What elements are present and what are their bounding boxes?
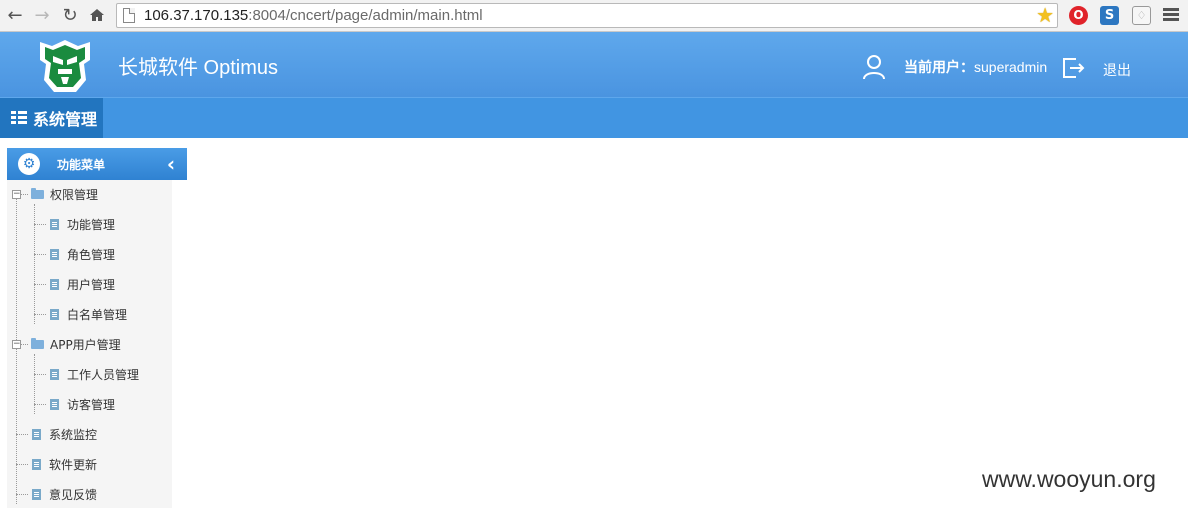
page-icon — [123, 8, 135, 23]
bookmark-star-icon[interactable]: ★ — [1036, 4, 1054, 26]
tree-connector — [16, 494, 28, 495]
logout-icon[interactable] — [1061, 56, 1085, 80]
app-header: 长城软件 Optimus 当前用户：superadmin 退出 — [0, 32, 1188, 97]
folder-open-icon — [31, 337, 44, 349]
reload-icon[interactable]: ↻ — [59, 4, 81, 26]
gear-icon: ⚙ — [18, 153, 40, 175]
tree-connector — [16, 194, 17, 504]
document-icon — [32, 488, 41, 500]
tree-item-visitor-management[interactable]: 访客管理 — [50, 394, 115, 414]
tree-item-function-management[interactable]: 功能管理 — [50, 214, 115, 234]
forward-arrow-icon[interactable]: → — [31, 4, 53, 26]
tree-item-label: 系统监控 — [49, 427, 98, 442]
current-user-label: 当前用户：superadmin — [904, 59, 1048, 76]
shield-extension-icon[interactable]: ♢ — [1132, 6, 1151, 25]
tree-item-label: 用户管理 — [67, 277, 116, 292]
tree-item-label: 白名单管理 — [67, 307, 128, 322]
tree-item-label: 意见反馈 — [49, 487, 98, 502]
document-icon — [50, 278, 59, 290]
tree-group-label: 权限管理 — [50, 187, 99, 202]
tree-connector — [16, 464, 28, 465]
browser-menu-icon[interactable] — [1163, 8, 1179, 22]
tab-system-management[interactable]: 系统管理 — [0, 98, 103, 138]
home-icon[interactable] — [86, 4, 108, 26]
tree-item-role-management[interactable]: 角色管理 — [50, 244, 115, 264]
user-icon — [863, 55, 885, 80]
tree-item-staff-management[interactable]: 工作人员管理 — [50, 364, 139, 384]
tree-item-user-management[interactable]: 用户管理 — [50, 274, 115, 294]
watermark: www.wooyun.org — [982, 466, 1156, 492]
tree-connector — [34, 254, 46, 255]
document-icon — [50, 308, 59, 320]
document-icon — [50, 398, 59, 410]
function-tree: − 权限管理 功能管理 角色管理 用户管理 白名单管理 − APP用户管理 工作… — [7, 180, 172, 508]
tree-group-permission[interactable]: 权限管理 — [31, 184, 98, 204]
sidebar-title: 功能菜单 — [57, 157, 106, 172]
tree-connector — [34, 204, 35, 324]
tree-item-feedback[interactable]: 意见反馈 — [32, 484, 97, 504]
address-bar[interactable]: 106.37.170.135:8004/cncert/page/admin/ma… — [116, 3, 1058, 28]
collapse-toggle-icon[interactable]: − — [12, 190, 21, 199]
document-icon — [50, 248, 59, 260]
tree-connector — [34, 404, 46, 405]
tab-label: 系统管理 — [33, 110, 98, 129]
document-icon — [32, 428, 41, 440]
url-text[interactable]: 106.37.170.135:8004/cncert/page/admin/ma… — [144, 7, 483, 24]
collapse-sidebar-button[interactable]: ‹ — [163, 153, 179, 175]
module-nav: 系统管理 — [0, 97, 1188, 138]
tree-item-label: 角色管理 — [67, 247, 116, 262]
tree-item-whitelist-management[interactable]: 白名单管理 — [50, 304, 127, 324]
folder-open-icon — [31, 187, 44, 199]
opera-icon[interactable]: O — [1069, 6, 1088, 25]
browser-toolbar: ← → ↻ 106.37.170.135:8004/cncert/page/ad… — [0, 0, 1188, 32]
document-icon — [50, 368, 59, 380]
document-icon — [50, 218, 59, 230]
tree-connector — [34, 224, 46, 225]
tree-item-label: 工作人员管理 — [67, 367, 140, 382]
tree-connector — [34, 284, 46, 285]
document-icon — [32, 458, 41, 470]
tree-item-software-update[interactable]: 软件更新 — [32, 454, 97, 474]
tree-connector — [34, 314, 46, 315]
list-grid-icon — [11, 111, 27, 125]
sidebar-header: ⚙ 功能菜单 ‹ — [7, 148, 187, 180]
app-title: 长城软件 Optimus — [118, 57, 279, 79]
tree-group-label: APP用户管理 — [50, 337, 121, 352]
logo-icon — [40, 40, 90, 92]
tree-connector — [34, 374, 46, 375]
tree-connector — [16, 434, 28, 435]
sidebar: ⚙ 功能菜单 ‹ − 权限管理 功能管理 角色管理 用户管理 白名单管理 − A… — [7, 148, 187, 508]
tree-group-app-users[interactable]: APP用户管理 — [31, 334, 121, 354]
s-extension-icon[interactable]: S — [1100, 6, 1119, 25]
back-arrow-icon[interactable]: ← — [4, 4, 26, 26]
tree-item-label: 软件更新 — [49, 457, 98, 472]
tree-connector — [34, 354, 35, 414]
username: superadmin — [974, 59, 1048, 75]
logout-link[interactable]: 退出 — [1103, 60, 1131, 80]
tree-item-system-monitor[interactable]: 系统监控 — [32, 424, 97, 444]
tree-item-label: 功能管理 — [67, 217, 116, 232]
collapse-toggle-icon[interactable]: − — [12, 340, 21, 349]
tree-item-label: 访客管理 — [67, 397, 116, 412]
